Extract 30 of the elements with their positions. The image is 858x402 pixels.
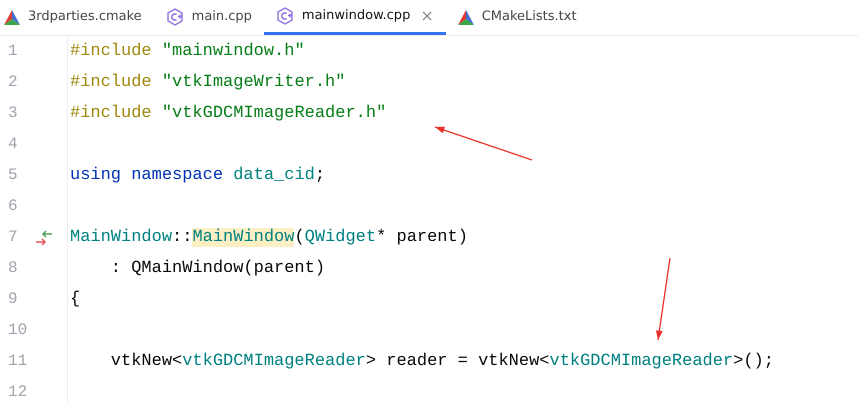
triangle-logo-icon — [458, 10, 474, 24]
line-number: 12 — [8, 382, 28, 402]
code-line: : QMainWindow(parent) — [110, 258, 326, 280]
line-number: 9 — [8, 289, 19, 310]
line-number: 11 — [8, 351, 28, 372]
code-line: vtkNew<vtkGDCMImageReader> reader = vtkNew<vtkGDCMImageReader>(); — [110, 351, 774, 373]
line-number: 6 — [8, 196, 19, 217]
file-tab[interactable]: main.cpp — [154, 0, 264, 35]
line-number: 10 — [8, 320, 28, 341]
line-number: 7 — [8, 227, 19, 248]
line-number: 1 — [8, 41, 19, 62]
code-line: { — [69, 289, 80, 311]
cpp-file-icon — [166, 8, 184, 26]
line-number: 2 — [8, 72, 19, 93]
file-tab[interactable]: mainwindow.cpp × — [264, 0, 446, 35]
line-number: 8 — [8, 258, 19, 279]
cpp-file-icon — [276, 6, 294, 24]
line-number: 3 — [8, 103, 19, 124]
code-line: using namespace data_cid; — [69, 165, 326, 187]
code-line: #include "vtkGDCMImageReader.h" — [69, 103, 386, 125]
code-line: MainWindow::MainWindow(QWidget* parent) — [69, 227, 468, 249]
triangle-logo-icon — [4, 10, 20, 24]
line-number: 5 — [8, 165, 19, 186]
file-tab[interactable]: CMakeLists.txt — [446, 0, 589, 35]
line-number: 4 — [8, 134, 19, 155]
code-line: #include "mainwindow.h" — [69, 41, 305, 63]
implementation-arrows-icon[interactable] — [34, 230, 54, 246]
file-tab[interactable]: 3rdparties.cmake — [0, 0, 154, 35]
close-icon[interactable]: × — [420, 4, 434, 28]
code-line: #include "vtkImageWriter.h" — [69, 72, 346, 94]
